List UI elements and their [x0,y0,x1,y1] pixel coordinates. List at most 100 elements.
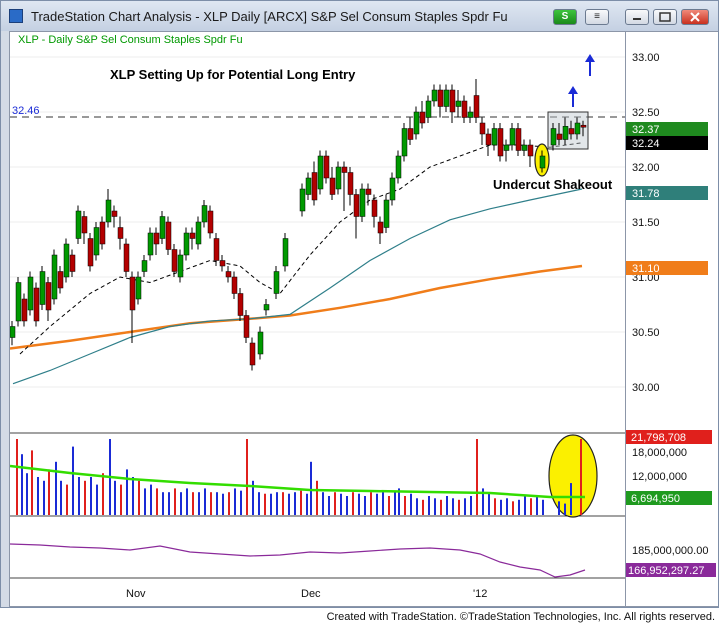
candle-body [263,304,270,311]
volume-bar [440,499,442,515]
close-icon [690,12,700,22]
volume-bar [258,492,260,515]
volume-bar [84,480,86,515]
ma50-value: 31.78 [632,188,660,200]
candle-body [165,221,172,250]
candle-body [323,155,330,179]
price-tick: 32.00 [632,162,660,174]
candle-body [317,155,324,190]
candle-body [141,260,148,272]
ma200-value: 31.10 [632,263,660,275]
candle-body [568,128,575,135]
volume-bar [16,439,18,515]
volume-bar [340,493,342,515]
candle-body [371,199,378,217]
volume-bar [102,473,104,515]
tradestation-app-icon [9,9,23,23]
minimize-button[interactable] [625,9,649,25]
candle-body [341,166,348,173]
candle-body [461,100,468,118]
annotation-undercut-shakeout: Undercut Shakeout [493,177,613,192]
volume-tick: 18,000,000 [632,447,687,459]
volume-bar [138,480,140,515]
volume-bar [180,492,182,515]
candle-body [365,188,372,195]
candle-body [473,95,480,118]
candle-body [311,172,318,201]
volume-bar [246,439,248,515]
candle-body [231,276,238,294]
price-tick: 33.00 [632,52,660,64]
volume-bar [90,477,92,515]
candle-body [99,221,106,245]
volume-bar [464,498,466,515]
volume-bar [126,469,128,515]
volume-bar [186,488,188,515]
candle-body [81,216,88,234]
candle-body [377,221,384,234]
ma50-path [12,188,583,385]
volume-bar [216,492,218,515]
volume-bar [382,492,384,515]
candle-body [183,232,190,256]
volume-bar [500,499,502,515]
candle-body [282,238,289,267]
volume-bar [66,484,68,515]
volume-bar [162,492,164,515]
chart-plot-area[interactable]: 32.46 XLP - Daily S&P Sel Consum Staples… [9,31,626,607]
volume-bar [452,498,454,515]
restore-button[interactable] [653,9,677,25]
candle-body [407,128,414,140]
candle-body [249,342,256,366]
resistance-label: 32.46 [12,105,40,117]
volume-bar [234,488,236,515]
price-tick: 31.50 [632,217,660,229]
price-tick: 30.00 [632,382,660,394]
candle-body [117,227,124,239]
volume-bar [376,493,378,515]
candle-body [219,260,226,267]
volume-bar [198,492,200,515]
window-title: TradeStation Chart Analysis - XLP Daily … [31,9,508,24]
volume-bar [204,488,206,515]
date-label-nov: Nov [126,588,146,600]
symbol-link-button[interactable]: S [553,9,577,25]
candle-body [401,128,408,157]
candle-body [443,89,450,107]
title-bar[interactable]: TradeStation Chart Analysis - XLP Daily … [1,1,718,31]
candle-body [497,128,504,157]
candle-body [515,128,522,151]
volume-bar [43,480,45,515]
volume-bar [306,493,308,515]
candle-body [455,100,462,107]
ma10-line [19,142,583,355]
volume-bar [132,477,134,515]
candle-body [63,243,70,278]
close-button[interactable] [681,9,709,25]
volume-bar [410,493,412,515]
candle-body [105,199,112,223]
date-label-12: '12 [473,588,487,600]
price-chart[interactable]: 32.46 XLP - Daily S&P Sel Consum Staples… [10,32,625,606]
candle-body [503,144,510,151]
candle-body [111,210,118,217]
volume-bar [31,450,33,515]
volume-bar [114,480,116,515]
chart-menu-button[interactable]: ≡ [585,9,609,25]
volume-bars [16,439,544,515]
candle-body [75,210,82,239]
candle-body [207,210,214,234]
candle-body [21,298,28,322]
candle-body [383,199,390,228]
price-scale[interactable]: 33.00 32.50 32.00 31.50 31.00 30.50 30.0… [626,31,718,607]
candle-body [413,111,420,135]
volume-bar [476,439,478,515]
oscillator-path [10,543,586,578]
candle-body [195,221,202,245]
candle-body [51,254,58,300]
volume-bar [346,496,348,515]
candle-body [389,177,396,201]
volume-bar [494,498,496,515]
candle-body [27,276,34,311]
volume-bar [458,499,460,515]
